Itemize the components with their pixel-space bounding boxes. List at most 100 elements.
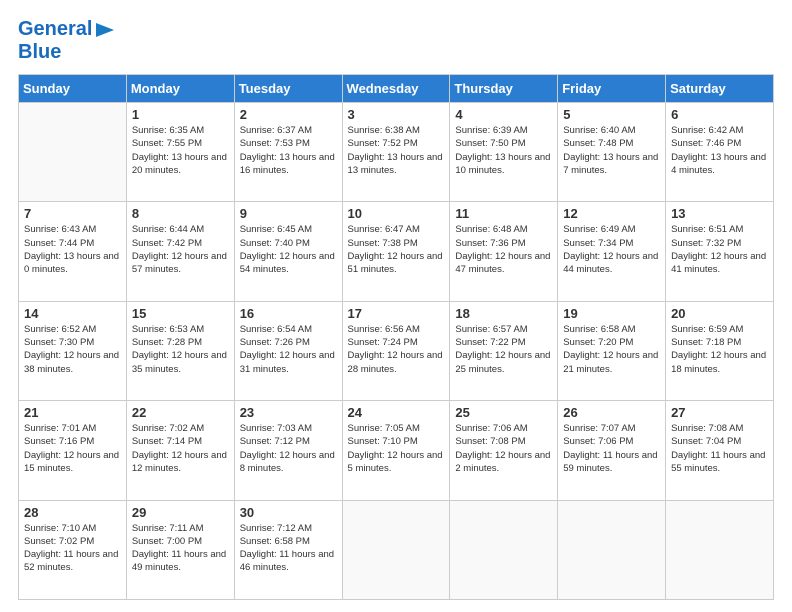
day-info: Sunrise: 6:51 AM Sunset: 7:32 PM Dayligh… [671, 223, 768, 276]
sunrise-text: Sunrise: 7:10 AM [24, 523, 96, 534]
sunset-text: Sunset: 7:10 PM [348, 436, 418, 447]
daylight-text: Daylight: 13 hours and 10 minutes. [455, 152, 550, 176]
sunset-text: Sunset: 7:36 PM [455, 238, 525, 249]
day-number: 30 [240, 505, 337, 520]
day-info: Sunrise: 6:40 AM Sunset: 7:48 PM Dayligh… [563, 124, 660, 177]
day-info: Sunrise: 6:45 AM Sunset: 7:40 PM Dayligh… [240, 223, 337, 276]
daylight-text: Daylight: 12 hours and 54 minutes. [240, 251, 335, 275]
calendar-day-cell: 28 Sunrise: 7:10 AM Sunset: 7:02 PM Dayl… [19, 500, 127, 599]
day-number: 24 [348, 405, 445, 420]
sunrise-text: Sunrise: 7:02 AM [132, 423, 204, 434]
sunset-text: Sunset: 7:34 PM [563, 238, 633, 249]
daylight-text: Daylight: 12 hours and 51 minutes. [348, 251, 443, 275]
calendar-day-cell: 20 Sunrise: 6:59 AM Sunset: 7:18 PM Dayl… [666, 301, 774, 400]
calendar-day-cell: 5 Sunrise: 6:40 AM Sunset: 7:48 PM Dayli… [558, 103, 666, 202]
day-info: Sunrise: 7:07 AM Sunset: 7:06 PM Dayligh… [563, 422, 660, 475]
sunrise-text: Sunrise: 6:37 AM [240, 125, 312, 136]
calendar-week-row: 21 Sunrise: 7:01 AM Sunset: 7:16 PM Dayl… [19, 401, 774, 500]
sunset-text: Sunset: 6:58 PM [240, 536, 310, 547]
sunset-text: Sunset: 7:16 PM [24, 436, 94, 447]
sunset-text: Sunset: 7:18 PM [671, 337, 741, 348]
calendar-day-cell: 19 Sunrise: 6:58 AM Sunset: 7:20 PM Dayl… [558, 301, 666, 400]
logo-arrow-icon [94, 19, 116, 41]
calendar-day-cell: 6 Sunrise: 6:42 AM Sunset: 7:46 PM Dayli… [666, 103, 774, 202]
day-number: 29 [132, 505, 229, 520]
sunset-text: Sunset: 7:40 PM [240, 238, 310, 249]
calendar-day-cell: 13 Sunrise: 6:51 AM Sunset: 7:32 PM Dayl… [666, 202, 774, 301]
calendar-week-row: 7 Sunrise: 6:43 AM Sunset: 7:44 PM Dayli… [19, 202, 774, 301]
header-monday: Monday [126, 75, 234, 103]
daylight-text: Daylight: 11 hours and 49 minutes. [132, 549, 226, 573]
daylight-text: Daylight: 12 hours and 41 minutes. [671, 251, 766, 275]
daylight-text: Daylight: 12 hours and 18 minutes. [671, 350, 766, 374]
sunrise-text: Sunrise: 7:01 AM [24, 423, 96, 434]
calendar-day-cell: 27 Sunrise: 7:08 AM Sunset: 7:04 PM Dayl… [666, 401, 774, 500]
day-number: 10 [348, 206, 445, 221]
daylight-text: Daylight: 12 hours and 31 minutes. [240, 350, 335, 374]
calendar-week-row: 1 Sunrise: 6:35 AM Sunset: 7:55 PM Dayli… [19, 103, 774, 202]
sunrise-text: Sunrise: 6:47 AM [348, 224, 420, 235]
calendar-day-cell: 22 Sunrise: 7:02 AM Sunset: 7:14 PM Dayl… [126, 401, 234, 500]
day-number: 2 [240, 107, 337, 122]
calendar-day-cell [666, 500, 774, 599]
sunset-text: Sunset: 7:02 PM [24, 536, 94, 547]
logo-text-top: General [18, 18, 92, 41]
daylight-text: Daylight: 13 hours and 13 minutes. [348, 152, 443, 176]
day-info: Sunrise: 6:37 AM Sunset: 7:53 PM Dayligh… [240, 124, 337, 177]
sunrise-text: Sunrise: 7:12 AM [240, 523, 312, 534]
calendar-day-cell [19, 103, 127, 202]
daylight-text: Daylight: 13 hours and 4 minutes. [671, 152, 766, 176]
calendar-day-cell: 11 Sunrise: 6:48 AM Sunset: 7:36 PM Dayl… [450, 202, 558, 301]
calendar-week-row: 14 Sunrise: 6:52 AM Sunset: 7:30 PM Dayl… [19, 301, 774, 400]
day-info: Sunrise: 7:12 AM Sunset: 6:58 PM Dayligh… [240, 522, 337, 575]
daylight-text: Daylight: 12 hours and 15 minutes. [24, 450, 119, 474]
sunset-text: Sunset: 7:53 PM [240, 138, 310, 149]
calendar-day-cell: 4 Sunrise: 6:39 AM Sunset: 7:50 PM Dayli… [450, 103, 558, 202]
sunset-text: Sunset: 7:08 PM [455, 436, 525, 447]
day-info: Sunrise: 6:39 AM Sunset: 7:50 PM Dayligh… [455, 124, 552, 177]
sunset-text: Sunset: 7:28 PM [132, 337, 202, 348]
calendar-day-cell [558, 500, 666, 599]
sunrise-text: Sunrise: 6:39 AM [455, 125, 527, 136]
calendar-day-cell: 16 Sunrise: 6:54 AM Sunset: 7:26 PM Dayl… [234, 301, 342, 400]
day-info: Sunrise: 6:49 AM Sunset: 7:34 PM Dayligh… [563, 223, 660, 276]
calendar-day-cell: 24 Sunrise: 7:05 AM Sunset: 7:10 PM Dayl… [342, 401, 450, 500]
daylight-text: Daylight: 13 hours and 20 minutes. [132, 152, 227, 176]
day-number: 22 [132, 405, 229, 420]
sunset-text: Sunset: 7:12 PM [240, 436, 310, 447]
calendar-day-cell: 14 Sunrise: 6:52 AM Sunset: 7:30 PM Dayl… [19, 301, 127, 400]
header-sunday: Sunday [19, 75, 127, 103]
day-number: 11 [455, 206, 552, 221]
page-header: General Blue [18, 18, 774, 64]
calendar-day-cell: 18 Sunrise: 6:57 AM Sunset: 7:22 PM Dayl… [450, 301, 558, 400]
daylight-text: Daylight: 13 hours and 16 minutes. [240, 152, 335, 176]
day-number: 26 [563, 405, 660, 420]
daylight-text: Daylight: 11 hours and 59 minutes. [563, 450, 657, 474]
logo-text-bottom: Blue [18, 41, 116, 64]
day-info: Sunrise: 6:38 AM Sunset: 7:52 PM Dayligh… [348, 124, 445, 177]
calendar-day-cell: 15 Sunrise: 6:53 AM Sunset: 7:28 PM Dayl… [126, 301, 234, 400]
calendar-day-cell: 1 Sunrise: 6:35 AM Sunset: 7:55 PM Dayli… [126, 103, 234, 202]
sunrise-text: Sunrise: 6:59 AM [671, 324, 743, 335]
calendar-day-cell: 12 Sunrise: 6:49 AM Sunset: 7:34 PM Dayl… [558, 202, 666, 301]
sunset-text: Sunset: 7:24 PM [348, 337, 418, 348]
daylight-text: Daylight: 13 hours and 7 minutes. [563, 152, 658, 176]
day-number: 7 [24, 206, 121, 221]
sunrise-text: Sunrise: 6:56 AM [348, 324, 420, 335]
day-number: 14 [24, 306, 121, 321]
header-tuesday: Tuesday [234, 75, 342, 103]
sunset-text: Sunset: 7:32 PM [671, 238, 741, 249]
day-info: Sunrise: 7:11 AM Sunset: 7:00 PM Dayligh… [132, 522, 229, 575]
sunrise-text: Sunrise: 6:57 AM [455, 324, 527, 335]
sunrise-text: Sunrise: 6:53 AM [132, 324, 204, 335]
sunset-text: Sunset: 7:30 PM [24, 337, 94, 348]
day-info: Sunrise: 7:03 AM Sunset: 7:12 PM Dayligh… [240, 422, 337, 475]
header-saturday: Saturday [666, 75, 774, 103]
sunset-text: Sunset: 7:48 PM [563, 138, 633, 149]
header-wednesday: Wednesday [342, 75, 450, 103]
sunset-text: Sunset: 7:38 PM [348, 238, 418, 249]
sunset-text: Sunset: 7:50 PM [455, 138, 525, 149]
day-number: 8 [132, 206, 229, 221]
day-number: 28 [24, 505, 121, 520]
sunset-text: Sunset: 7:06 PM [563, 436, 633, 447]
